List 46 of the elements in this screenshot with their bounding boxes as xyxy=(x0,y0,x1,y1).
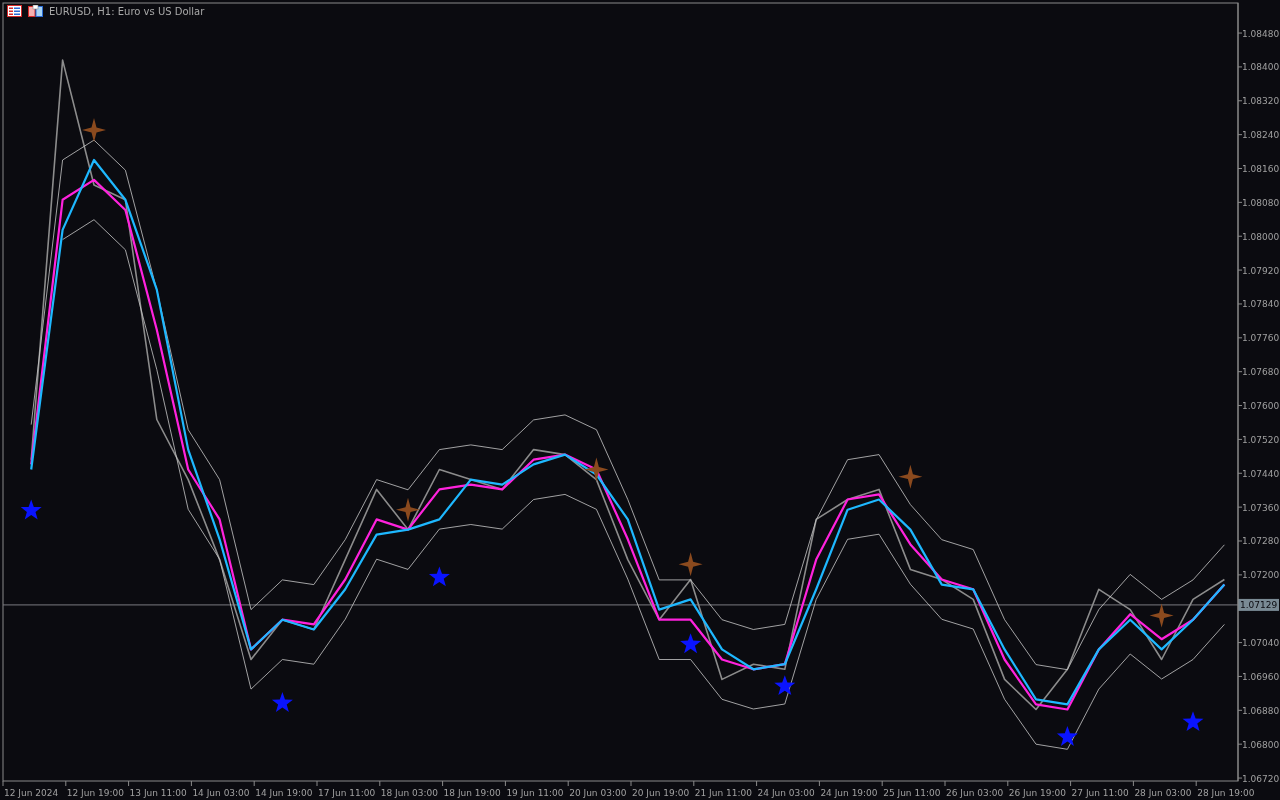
time-axis-label: 14 Jun 03:00 xyxy=(192,788,250,798)
price-axis-label: 1.06960 xyxy=(1242,671,1280,682)
price-axis-label: 1.08000 xyxy=(1242,231,1280,242)
price-axis-label: 1.07040 xyxy=(1242,638,1280,649)
time-axis-label: 20 Jun 03:00 xyxy=(569,788,627,798)
time-axis-label: 28 Jun 03:00 xyxy=(1134,788,1192,798)
time-axis-label: 17 Jun 11:00 xyxy=(318,788,376,798)
price-axis-label: 1.07680 xyxy=(1242,367,1280,378)
price-axis-label: 1.08080 xyxy=(1242,197,1280,208)
current-price-tag: 1.07129 xyxy=(1238,598,1279,611)
time-axis-label: 24 Jun 03:00 xyxy=(757,788,815,798)
time-axis-label: 12 Jun 19:00 xyxy=(66,788,124,798)
time-axis-label: 18 Jun 19:00 xyxy=(443,788,501,798)
price-axis-label: 1.07440 xyxy=(1242,468,1280,479)
price-axis-label: 1.08480 xyxy=(1242,28,1280,39)
price-axis-label: 1.08400 xyxy=(1242,62,1280,73)
time-axis-label: 20 Jun 19:00 xyxy=(632,788,690,798)
price-axis-label: 1.07280 xyxy=(1242,536,1280,547)
time-axis-label: 28 Jun 19:00 xyxy=(1197,788,1255,798)
price-axis-label: 1.07600 xyxy=(1242,401,1280,412)
time-axis-label: 25 Jun 11:00 xyxy=(883,788,941,798)
price-axis-label: 1.07760 xyxy=(1242,333,1280,344)
time-axis-label: 26 Jun 03:00 xyxy=(946,788,1004,798)
time-axis-label: 24 Jun 19:00 xyxy=(820,788,878,798)
price-axis-label: 1.08320 xyxy=(1242,96,1280,107)
price-axis-label: 1.07360 xyxy=(1242,502,1280,513)
price-axis-label: 1.06880 xyxy=(1242,705,1280,716)
time-axis-label: 26 Jun 19:00 xyxy=(1008,788,1066,798)
price-axis-label: 1.06800 xyxy=(1242,739,1280,750)
time-axis-label: 27 Jun 11:00 xyxy=(1071,788,1129,798)
time-axis-label: 19 Jun 11:00 xyxy=(506,788,564,798)
price-axis-label: 1.07920 xyxy=(1242,265,1280,276)
price-axis-label: 1.08160 xyxy=(1242,164,1280,174)
time-axis-label: 21 Jun 11:00 xyxy=(694,788,752,798)
time-axis-label: 13 Jun 11:00 xyxy=(129,788,187,798)
price-axis-label: 1.07520 xyxy=(1242,434,1280,445)
price-axis-label: 1.06720 xyxy=(1242,773,1280,784)
price-axis-label: 1.07200 xyxy=(1242,570,1280,581)
chart-window-icon xyxy=(28,5,43,17)
chart-title: EURUSD, H1: Euro vs US Dollar xyxy=(49,5,205,17)
table-icon xyxy=(7,5,22,17)
price-axis-label: 1.08240 xyxy=(1242,130,1280,141)
time-axis-label: 14 Jun 19:00 xyxy=(255,788,313,798)
time-axis-label: 12 Jun 2024 xyxy=(4,788,59,798)
price-axis-label: 1.07840 xyxy=(1242,299,1280,310)
time-axis-label: 18 Jun 03:00 xyxy=(380,788,438,798)
